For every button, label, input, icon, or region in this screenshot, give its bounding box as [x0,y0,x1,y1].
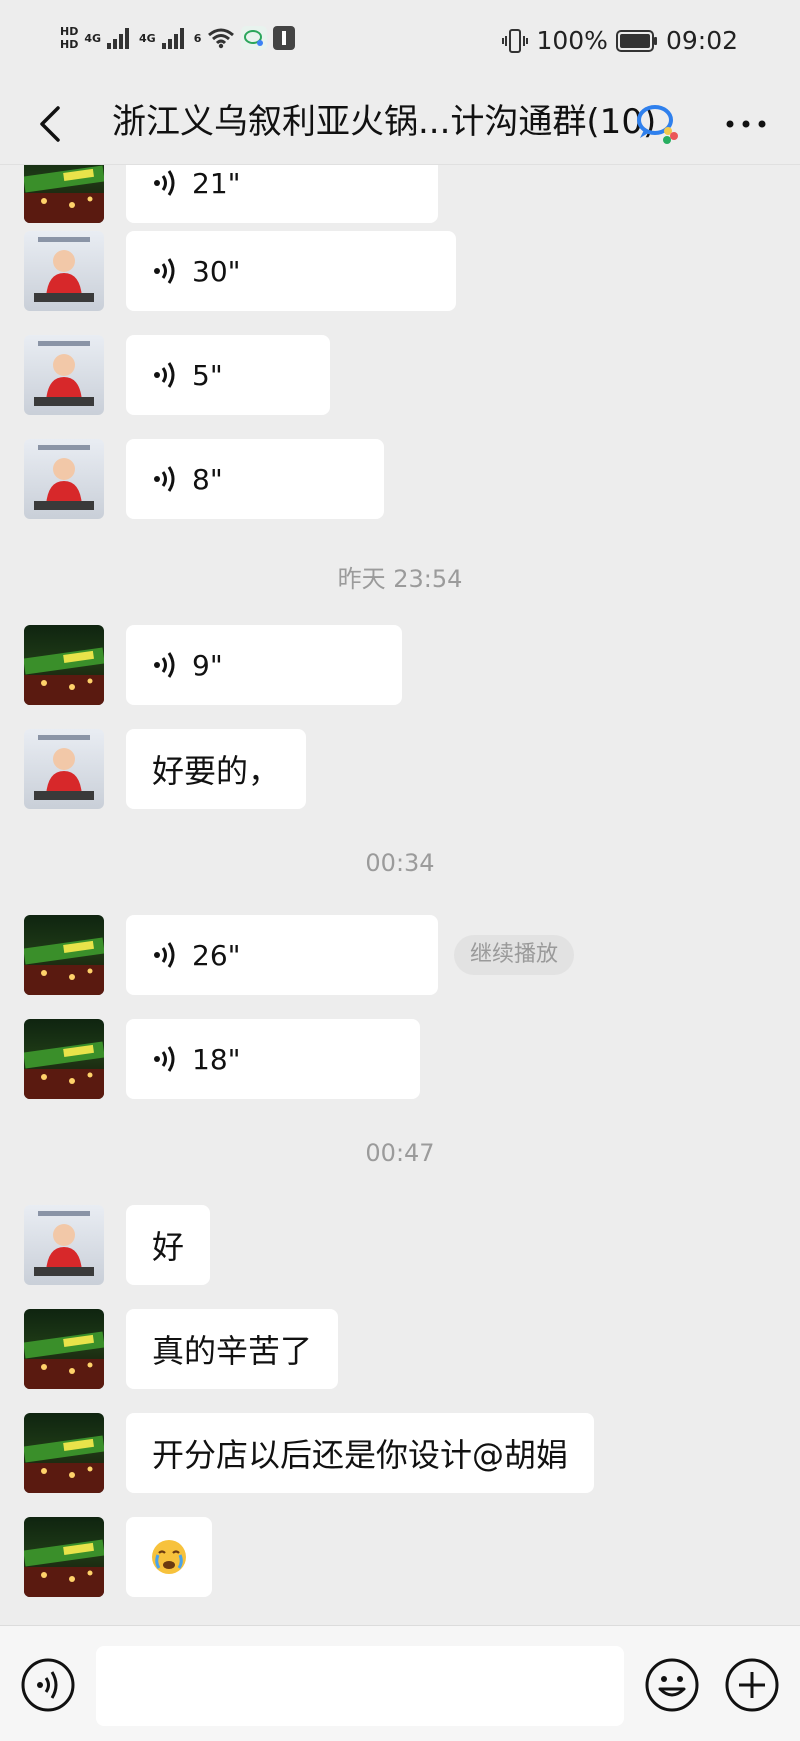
more-actions-button[interactable] [724,1657,780,1713]
message-input[interactable] [96,1646,624,1726]
text-message[interactable]: 开分店以后还是你设计@胡娟 [126,1413,595,1493]
voice-duration: 21" [192,166,241,200]
avatar-baby[interactable] [24,335,104,415]
status-left: HD HD 4G 4G 6 [60,25,296,51]
message-row: 9" [24,625,402,705]
voice-duration: 30" [192,254,241,288]
timestamp: 00:47 [365,1139,435,1167]
crying-face-icon [152,1540,186,1574]
avatar-restaurant[interactable] [24,1019,104,1099]
wifi-icon [208,28,235,49]
hd-badge-1: HD [60,25,79,38]
avatar-restaurant[interactable] [24,1517,104,1597]
voice-message[interactable]: 26" [126,915,438,995]
avatar-baby[interactable] [24,439,104,519]
voice-mode-icon [21,1658,75,1712]
avatar-restaurant[interactable] [24,165,104,223]
voice-wave-icon [154,466,175,492]
network-type-2: 4G [139,31,156,45]
voice-wave-icon [154,258,175,284]
voice-wave-icon [154,1046,175,1072]
voice-message[interactable]: 21" [126,165,438,223]
message-row: 好 [24,1205,211,1285]
message-row: 30" [24,231,456,311]
timestamp: 00:34 [365,849,435,877]
avatar-restaurant[interactable] [24,625,104,705]
plus-icon [725,1658,779,1712]
continue-playing-button[interactable]: 继续播放 [454,935,575,975]
clock: 09:02 [665,26,738,55]
emoji-icon [645,1658,699,1712]
status-bar: HD HD 4G 4G 6 100% 09:02 [0,0,800,80]
voice-wave-icon [154,170,175,196]
voice-wave-icon [154,942,175,968]
message-list[interactable]: 21" 30" 5" 8" 昨天 23:54 9" 好要的， 00:34 26"… [0,165,800,1625]
avatar-restaurant[interactable] [24,1413,104,1493]
voice-wave-icon [154,652,175,678]
voice-mode-button[interactable] [20,1657,76,1713]
hd-badge-2: HD [60,38,79,51]
battery-icon [615,29,657,52]
emoji-message[interactable]: 😭 [126,1517,212,1597]
avatar-baby[interactable] [24,1205,104,1285]
back-button[interactable] [26,100,74,148]
message-row: 26" [24,915,438,995]
voice-duration: 8" [192,462,223,496]
chevron-left-icon [40,106,60,142]
app-notification-icon-2 [273,26,296,50]
voice-message[interactable]: 9" [126,625,402,705]
battery-percent: 100% [536,26,608,55]
message-row: 8" [24,439,384,519]
voice-duration: 26" [192,938,241,972]
avatar-restaurant[interactable] [24,915,104,995]
vibrate-icon [502,28,529,53]
message-row: 好要的， [24,729,307,809]
wifi-badge: 6 [193,31,202,45]
input-bar [0,1625,800,1741]
voice-message[interactable]: 5" [126,335,330,415]
text-message[interactable]: 真的辛苦了 [126,1309,339,1389]
voice-message[interactable]: 30" [126,231,456,311]
voice-duration: 18" [192,1042,241,1076]
avatar-restaurant[interactable] [24,1309,104,1389]
more-dots-icon [726,120,766,128]
timestamp: 昨天 23:54 [337,565,463,593]
chat-title: 浙江义乌叙利亚火锅...计沟通群(10) [112,102,657,142]
chat-header: 浙江义乌叙利亚火锅...计沟通群(10) [0,80,800,165]
text-message[interactable]: 好要的， [126,729,307,809]
avatar-baby[interactable] [24,729,104,809]
voice-wave-icon [154,362,175,388]
voice-duration: 9" [192,648,223,682]
voice-duration: 5" [192,358,223,392]
avatar-baby[interactable] [24,231,104,311]
text-message[interactable]: 好 [126,1205,211,1285]
message-row: 😭 [24,1517,212,1597]
app-notification-icon [241,26,268,50]
voice-message[interactable]: 8" [126,439,384,519]
message-row: 真的辛苦了 [24,1309,339,1389]
message-row: 18" [24,1019,420,1099]
status-right: 100% 09:02 [502,26,738,55]
network-type-1: 4G [84,31,102,45]
message-row: 5" [24,335,330,415]
signal-icon-1 [107,28,130,49]
emoji-button[interactable] [644,1657,700,1713]
signal-icon-2 [161,28,184,49]
message-row: 开分店以后还是你设计@胡娟 [24,1413,595,1493]
enterprise-chat-icon [637,105,678,144]
more-options-button[interactable] [720,106,772,142]
message-row: 21" [24,165,438,223]
voice-message[interactable]: 18" [126,1019,420,1099]
